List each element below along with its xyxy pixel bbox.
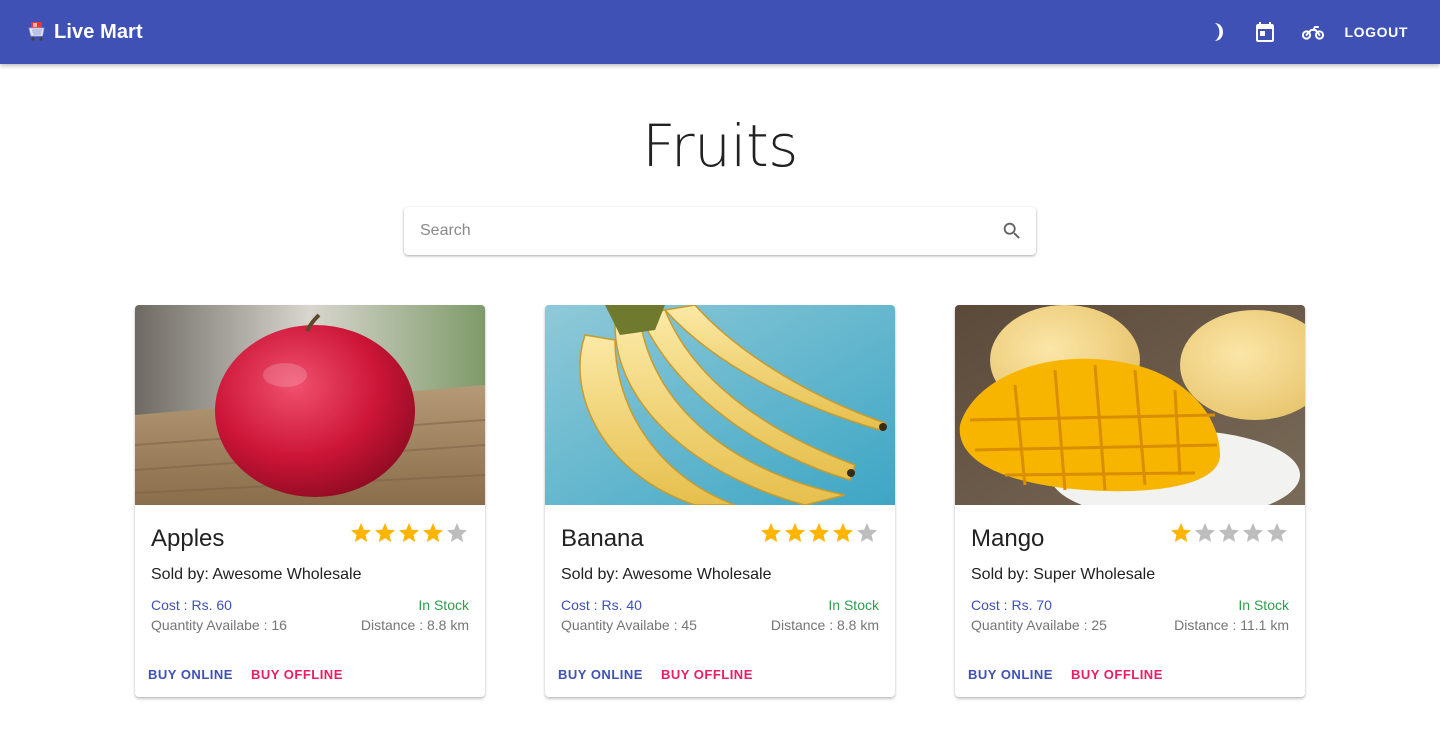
star-empty-icon	[1267, 523, 1287, 542]
calendar-icon	[1255, 22, 1274, 42]
product-cost: Cost : Rs. 60	[151, 597, 232, 613]
product-image-apple	[135, 305, 485, 505]
star-empty-icon	[1219, 523, 1239, 542]
product-name: Apples	[151, 525, 225, 552]
buy-online-button[interactable]: BUY ONLINE	[143, 660, 238, 689]
card-content: Apples Sold by: Awesome Wholesale Cost :…	[135, 505, 485, 697]
card-content: Banana Sold by: Awesome Wholesale Cost :…	[545, 505, 895, 697]
stock-status: In Stock	[828, 597, 879, 613]
star-filled-icon	[375, 523, 395, 542]
search-button[interactable]	[988, 207, 1036, 255]
theme-toggle-button[interactable]	[1193, 8, 1241, 56]
delivery-button[interactable]	[1289, 8, 1337, 56]
star-filled-icon	[809, 523, 829, 542]
star-empty-icon	[1195, 523, 1215, 542]
search-bar	[404, 207, 1036, 255]
product-cost: Cost : Rs. 40	[561, 597, 642, 613]
star-filled-icon	[1171, 523, 1191, 542]
buy-offline-button[interactable]: BUY OFFLINE	[246, 660, 348, 689]
search-input[interactable]	[404, 207, 988, 255]
quantity-available: Quantity Availabe : 45	[561, 617, 697, 633]
star-empty-icon	[447, 523, 467, 542]
product-card: Banana Sold by: Awesome Wholesale Cost :…	[545, 305, 895, 697]
distance: Distance : 8.8 km	[770, 617, 879, 633]
shopping-cart-icon	[28, 22, 45, 41]
moon-icon	[1214, 23, 1223, 41]
star-empty-icon	[1243, 523, 1263, 542]
stock-status: In Stock	[1238, 597, 1289, 613]
distance: Distance : 11.1 km	[1174, 617, 1289, 633]
star-filled-icon	[833, 523, 853, 542]
star-filled-icon	[351, 523, 371, 542]
stock-status: In Stock	[418, 597, 469, 613]
star-filled-icon	[399, 523, 419, 542]
quantity-available: Quantity Availabe : 25	[971, 617, 1107, 633]
product-card: Mango Sold by: Super Wholesale Cost : Rs…	[955, 305, 1305, 697]
motorbike-icon	[1301, 26, 1324, 40]
product-name: Mango	[971, 525, 1045, 552]
seller-name: Sold by: Super Wholesale	[971, 566, 1156, 583]
logout-button[interactable]: LOGOUT	[1345, 16, 1408, 48]
star-rating	[1169, 521, 1289, 545]
toolbar-actions: LOGOUT	[1193, 8, 1408, 56]
app-title: Live Mart	[54, 20, 143, 43]
brand[interactable]: Live Mart	[28, 21, 143, 44]
star-filled-icon	[761, 523, 781, 542]
buy-offline-button[interactable]: BUY OFFLINE	[656, 660, 758, 689]
product-image-banana	[545, 305, 895, 505]
buy-online-button[interactable]: BUY ONLINE	[553, 660, 648, 689]
product-name: Banana	[561, 525, 644, 552]
search-icon	[1003, 222, 1020, 239]
card-actions: BUY ONLINE BUY OFFLINE	[143, 660, 356, 689]
buy-offline-button[interactable]: BUY OFFLINE	[1066, 660, 1168, 689]
product-image-mango	[955, 305, 1305, 505]
seller-name: Sold by: Awesome Wholesale	[151, 566, 362, 583]
product-card: Apples Sold by: Awesome Wholesale Cost :…	[135, 305, 485, 697]
app-bar: Live Mart LOGOUT	[0, 0, 1440, 64]
star-empty-icon	[857, 523, 877, 542]
seller-name: Sold by: Awesome Wholesale	[561, 566, 772, 583]
buy-online-button[interactable]: BUY ONLINE	[963, 660, 1058, 689]
star-rating	[759, 521, 879, 545]
distance: Distance : 8.8 km	[360, 617, 469, 633]
star-rating	[349, 521, 469, 545]
card-actions: BUY ONLINE BUY OFFLINE	[963, 660, 1176, 689]
card-actions: BUY ONLINE BUY OFFLINE	[553, 660, 766, 689]
page-title: Fruits	[642, 112, 798, 180]
card-content: Mango Sold by: Super Wholesale Cost : Rs…	[955, 505, 1305, 697]
star-filled-icon	[423, 523, 443, 542]
product-cost: Cost : Rs. 70	[971, 597, 1052, 613]
calendar-button[interactable]	[1241, 8, 1289, 56]
quantity-available: Quantity Availabe : 16	[151, 617, 287, 633]
star-filled-icon	[785, 523, 805, 542]
